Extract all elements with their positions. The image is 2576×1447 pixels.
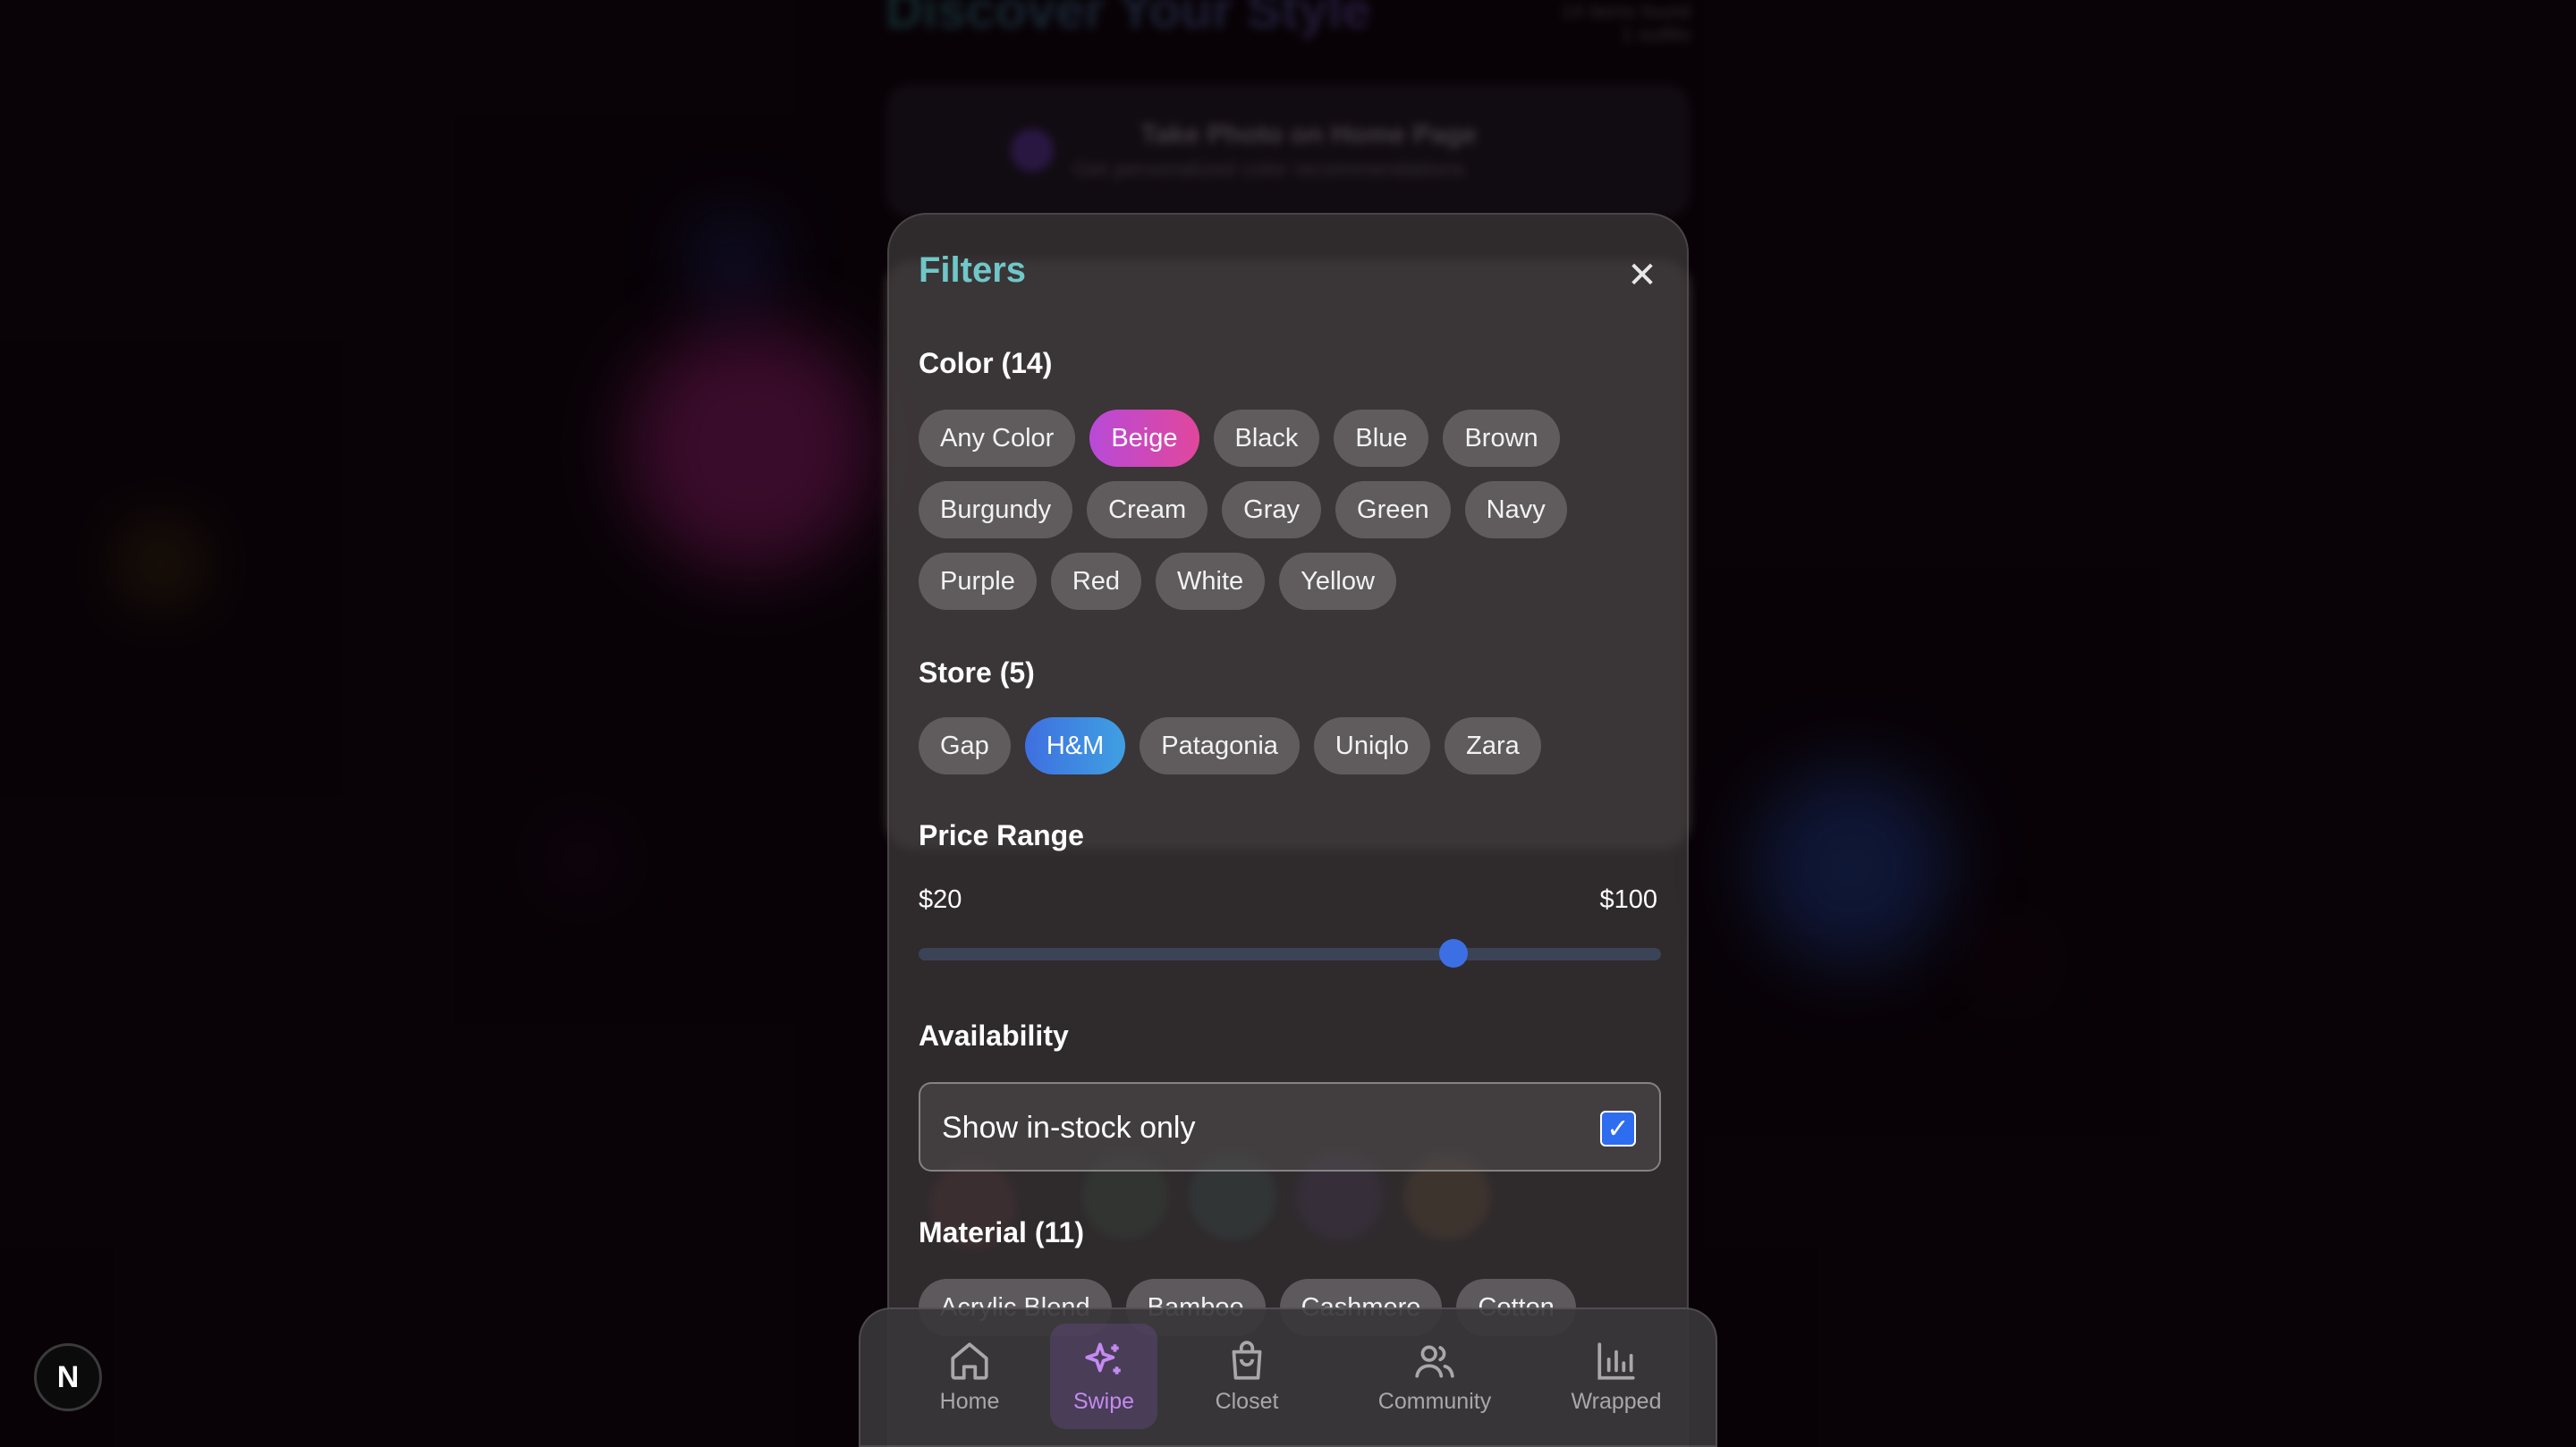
nav-home[interactable]: Home xyxy=(916,1324,1023,1429)
nav-wrapped[interactable]: Wrapped xyxy=(1549,1324,1683,1429)
color-chip-red[interactable]: Red xyxy=(1050,553,1142,610)
in-stock-label: Show in-stock only xyxy=(942,1111,1196,1145)
material-section-title: Material (11) xyxy=(919,1216,1084,1248)
color-chip-any-color[interactable]: Any Color xyxy=(919,410,1076,467)
users-icon xyxy=(1415,1345,1454,1378)
store-chip-gap[interactable]: Gap xyxy=(919,717,1011,774)
color-chip-gray[interactable]: Gray xyxy=(1222,481,1322,538)
color-chip-navy[interactable]: Navy xyxy=(1464,481,1567,538)
store-chip-list: Gap H&M Patagonia Uniqlo Zara xyxy=(919,717,1661,774)
bag-icon xyxy=(1232,1340,1262,1380)
color-chip-yellow[interactable]: Yellow xyxy=(1279,553,1396,610)
color-section-title: Color (14) xyxy=(919,347,1053,379)
price-max-label: $100 xyxy=(1599,885,1657,914)
color-chip-blue[interactable]: Blue xyxy=(1334,410,1429,467)
availability-section-title: Availability xyxy=(919,1020,1069,1052)
store-chip-patagonia[interactable]: Patagonia xyxy=(1140,717,1300,774)
price-section-title: Price Range xyxy=(919,819,1084,851)
nav-community[interactable]: Community xyxy=(1363,1324,1506,1429)
home-icon xyxy=(951,1341,988,1380)
store-section-title: Store (5) xyxy=(919,656,1035,689)
bar-chart-icon xyxy=(1597,1341,1635,1380)
store-chip-uniqlo[interactable]: Uniqlo xyxy=(1313,717,1431,774)
price-min-label: $20 xyxy=(919,885,962,914)
close-icon[interactable]: ✕ xyxy=(1624,258,1660,293)
color-chip-black[interactable]: Black xyxy=(1213,410,1320,467)
in-stock-checkbox[interactable]: ✓ xyxy=(1600,1111,1636,1147)
store-chip-zara[interactable]: Zara xyxy=(1445,717,1541,774)
color-chip-cream[interactable]: Cream xyxy=(1087,481,1208,538)
nav-closet[interactable]: Closet xyxy=(1193,1324,1301,1429)
color-chip-brown[interactable]: Brown xyxy=(1443,410,1560,467)
color-chip-green[interactable]: Green xyxy=(1335,481,1451,538)
dev-tools-badge[interactable]: N xyxy=(34,1343,102,1411)
store-chip-handm[interactable]: H&M xyxy=(1024,717,1126,774)
color-chip-list: Any Color Beige Black Blue Brown Burgundy Crea… xyxy=(919,410,1661,610)
filters-modal: Filters ✕ Color (14) Any Color Beige Black… xyxy=(887,213,1689,1447)
color-chip-white[interactable]: White xyxy=(1156,553,1266,610)
filters-title: Filters xyxy=(919,250,1027,290)
bottom-nav: Home Swipe Closet Community Wrapped xyxy=(859,1307,1717,1447)
color-chip-burgundy[interactable]: Burgundy xyxy=(919,481,1073,538)
in-stock-toggle[interactable]: Show in-stock only ✓ xyxy=(919,1082,1661,1172)
price-slider-thumb[interactable] xyxy=(1438,939,1468,968)
price-slider-track[interactable] xyxy=(919,948,1661,960)
sparkles-icon xyxy=(1085,1341,1121,1375)
color-chip-beige[interactable]: Beige xyxy=(1089,410,1199,467)
nav-swipe[interactable]: Swipe xyxy=(1050,1324,1157,1429)
color-chip-purple[interactable]: Purple xyxy=(919,553,1037,610)
